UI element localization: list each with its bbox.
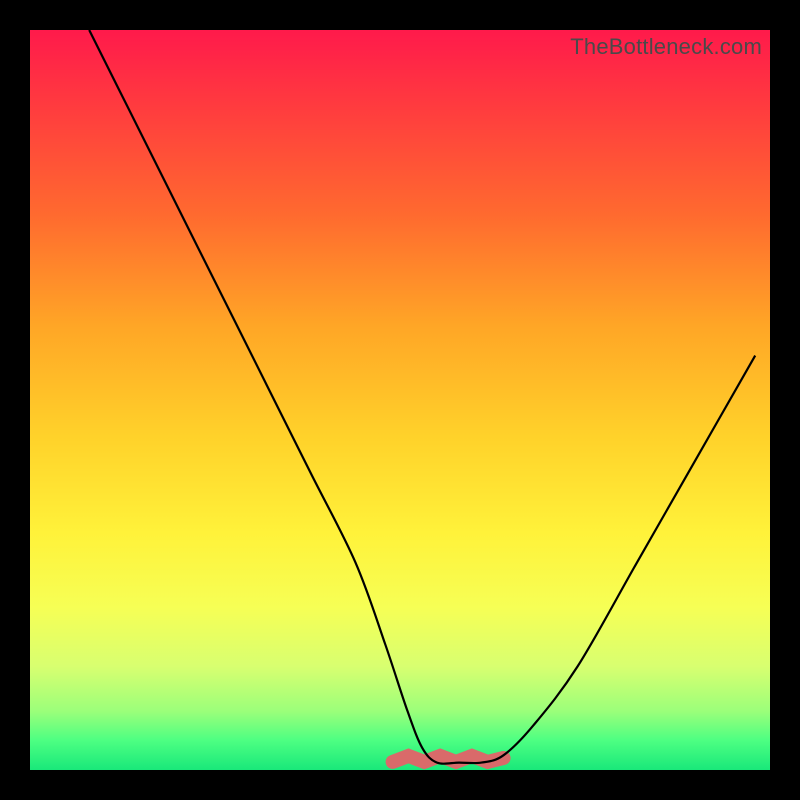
chart-svg (30, 30, 770, 770)
chart-frame: TheBottleneck.com (0, 0, 800, 800)
chart-plot-area: TheBottleneck.com (30, 30, 770, 770)
curve-line (89, 30, 755, 764)
